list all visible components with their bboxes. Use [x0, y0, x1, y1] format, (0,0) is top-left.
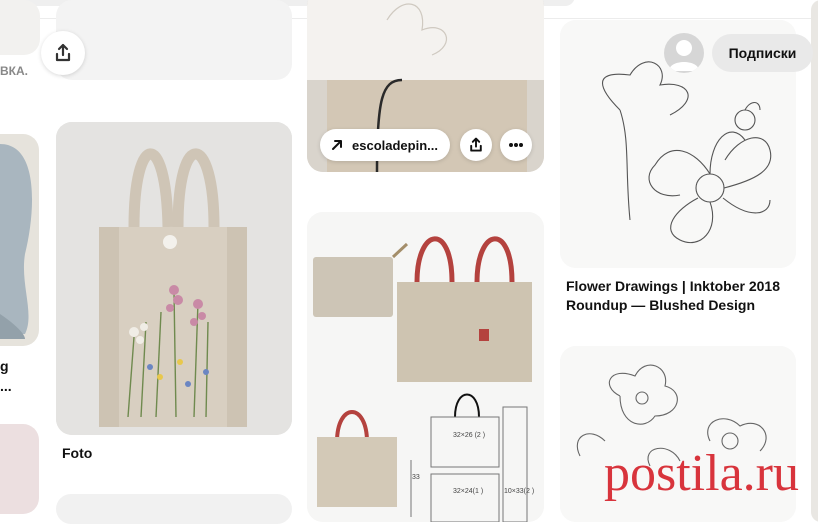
- pin-share-button[interactable]: [460, 129, 492, 161]
- share-upload-icon: [470, 137, 482, 152]
- pin-card-bag-pattern[interactable]: 32×26 (2 ) 32×24(1 ) 10×33(2 ) 33: [307, 212, 544, 522]
- more-dots-icon: [509, 143, 523, 147]
- pin-caption-foto: Foto: [62, 445, 93, 461]
- pin-image-bag-pattern: [307, 212, 544, 522]
- arrow-up-right-icon: [332, 140, 342, 150]
- subscriptions-button[interactable]: Подписки: [712, 34, 813, 72]
- pin-card-embroidered-bag[interactable]: [56, 122, 292, 435]
- pin-card-top-col2[interactable]: [56, 0, 292, 80]
- pattern-label-3: 10×33(2 ): [504, 488, 535, 495]
- pattern-label-1: 32×26 (2 ): [453, 432, 486, 439]
- pin-source-link-label: escoladepin...: [352, 137, 438, 153]
- user-avatar-icon: [669, 40, 699, 71]
- partial-pin-caption: g ...: [0, 358, 12, 394]
- pin-card-bottom-col2[interactable]: [56, 494, 292, 524]
- pattern-label-4: 33: [412, 474, 420, 481]
- pin-image-embroidered-bag: [56, 122, 292, 435]
- pin-card-partial-bottom-left[interactable]: [0, 424, 39, 514]
- share-upload-icon: [55, 43, 71, 62]
- pin-source-link[interactable]: escoladepin...: [320, 129, 450, 161]
- pin-more-button[interactable]: [500, 129, 532, 161]
- share-button[interactable]: [41, 31, 85, 75]
- pin-image-dino: [0, 144, 33, 339]
- pin-caption-flower-drawings: Flower Drawings | Inktober 2018 Roundup …: [566, 278, 780, 313]
- pin-card-partial-top-left[interactable]: [0, 0, 40, 55]
- pattern-label-2: 32×24(1 ): [453, 488, 484, 495]
- pin-card-partial-left[interactable]: [0, 134, 39, 346]
- user-avatar-button[interactable]: [664, 33, 704, 73]
- site-watermark: postila.ru: [604, 445, 799, 502]
- partial-pin-text: ВКА.: [0, 64, 28, 78]
- pin-card-partial-right[interactable]: [811, 0, 818, 522]
